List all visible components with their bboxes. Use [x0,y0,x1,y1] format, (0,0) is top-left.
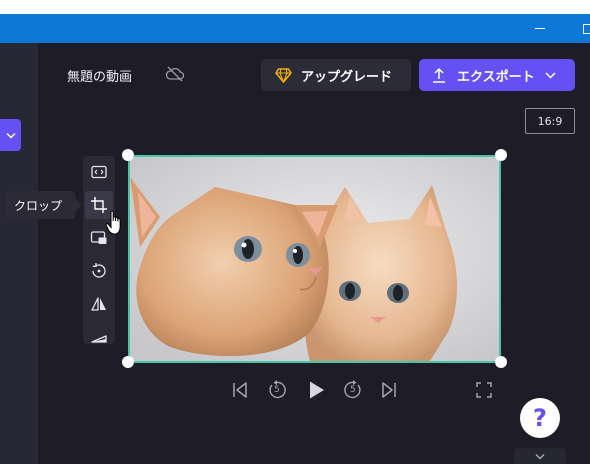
chevron-down-icon [535,453,545,460]
skip-to-start-icon [233,382,247,398]
volume-icon [91,335,107,343]
play-icon [310,381,324,399]
flip-icon [91,297,106,311]
resize-handle-bottom-left[interactable] [122,356,134,368]
left-rail [0,43,38,464]
aspect-ratio-button[interactable]: 16:9 [525,108,575,134]
resize-handle-bottom-right[interactable] [495,356,507,368]
resize-handle-top-right[interactable] [495,149,507,161]
rotate-button[interactable] [85,257,113,285]
help-button[interactable]: ? [520,398,560,438]
minimize-icon[interactable] [520,14,560,43]
kittens-image [130,157,499,361]
maximize-icon[interactable] [568,14,590,43]
rail-toggle-button[interactable] [0,119,21,151]
volume-button[interactable] [85,323,113,351]
upgrade-label: アップグレード [301,69,393,85]
skip-to-start-button[interactable] [229,379,251,401]
forward-5-label: 5 [350,385,356,395]
crop-tooltip: クロップ [5,191,75,219]
upgrade-button[interactable]: アップグレード [261,59,411,91]
diamond-icon [275,67,292,83]
fullscreen-icon [476,382,492,398]
resize-handle-top-left[interactable] [122,149,134,161]
forward-5-button[interactable]: 5 [342,379,364,401]
timeline-toggle[interactable] [514,448,566,464]
play-button[interactable] [305,379,327,401]
skip-to-end-icon [382,382,396,398]
skip-to-end-button[interactable] [378,379,400,401]
rewind-5-label: 5 [274,385,280,395]
rewind-5-button[interactable]: 5 [266,379,288,401]
fit-frame-icon [91,165,107,179]
chevron-down-icon [545,71,556,79]
hand-cursor-icon [105,210,121,235]
project-title[interactable]: 無題の動画 [67,66,132,85]
transform-toolbar [83,156,115,344]
export-button[interactable]: エクスポート [419,59,575,91]
video-preview[interactable] [128,155,501,363]
title-bar-strip [0,14,590,43]
chevron-down-icon [5,132,16,139]
rotate-icon [92,263,106,278]
app-window: 無題の動画 アップグレード エクスポート 16:9 クロップ 5 5 ? [0,0,590,464]
upload-icon [433,67,445,83]
export-label: エクスポート [457,69,535,85]
flip-button[interactable] [85,290,113,318]
fullscreen-button[interactable] [473,379,495,401]
cloud-off-icon[interactable] [165,65,185,83]
fit-frame-button[interactable] [85,158,113,186]
tooltip-arrow [75,198,82,212]
